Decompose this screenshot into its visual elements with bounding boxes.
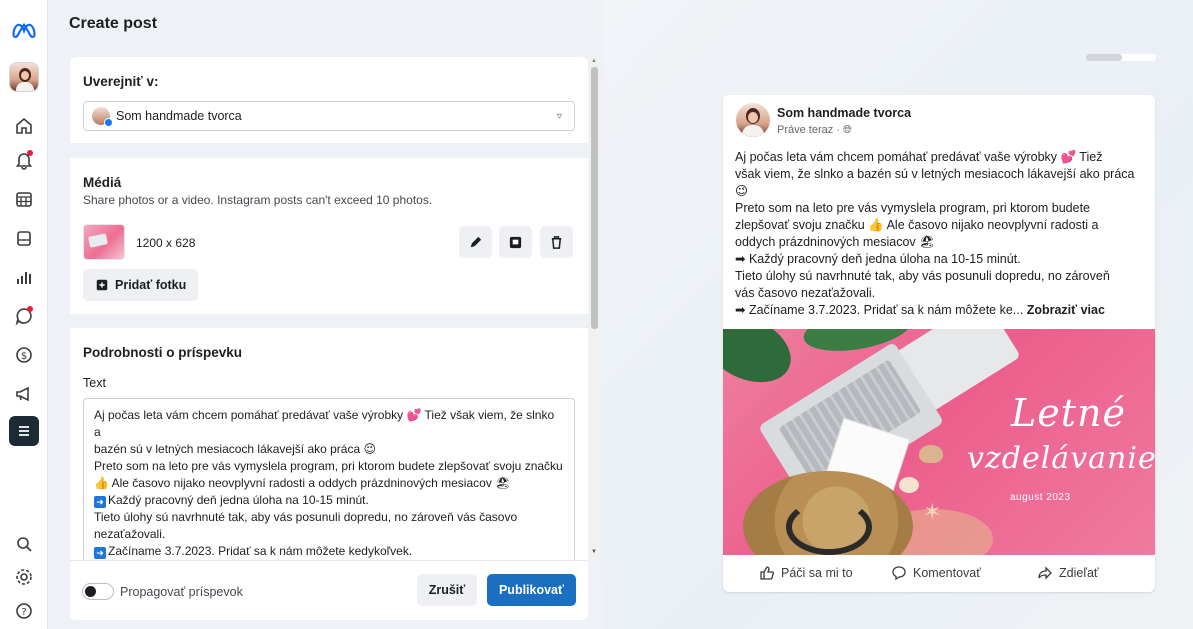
facebook-post-preview: Som handmade tvorca Práve teraz · 🌐︎ Aj …: [723, 95, 1155, 592]
arrow-right-icon: ➜: [94, 547, 106, 559]
image-subline: august 2023: [1010, 492, 1071, 503]
page-title: Create post: [69, 15, 158, 32]
post-text-line-wrap: ➜ Každý pracovný deň jedna úloha na 10-15…: [94, 492, 564, 509]
post-text-line-wrap: ➜ Začíname 3.7.2023. Pridať sa k nám môže…: [94, 543, 564, 560]
edit-media-button[interactable]: [459, 226, 492, 258]
post-text-line: Začíname 3.7.2023. Pridať sa k nám môžet…: [108, 544, 413, 558]
delete-media-button[interactable]: [540, 226, 573, 258]
settings-icon[interactable]: [10, 563, 38, 591]
publish-to-section: Uverejniť v: Som handmade tvorca ▿: [70, 57, 588, 143]
post-text-line: 👍 Ale časovo nijako neovplyvní radosti a…: [94, 476, 511, 490]
like-label: Páči sa mi to: [781, 566, 853, 580]
publish-to-label: Uverejniť v:: [83, 74, 159, 89]
content-icon[interactable]: [10, 224, 38, 252]
form-scrollbar-thumb[interactable]: [591, 67, 598, 329]
post-details-section: Podrobnosti o príspevku Text Aj počas le…: [70, 328, 588, 560]
notifications-icon[interactable]: [10, 146, 38, 174]
search-icon[interactable]: [10, 530, 38, 558]
scroll-up-icon[interactable]: ▲: [591, 58, 597, 64]
add-photo-button[interactable]: Pridať fotku: [83, 269, 199, 301]
preview-text-line: zlepšovať svoju značku 👍 Ale časovo nija…: [735, 218, 1099, 232]
media-section: Médiá Share photos or a video. Instagram…: [70, 158, 588, 314]
ads-icon[interactable]: [10, 380, 38, 408]
thumbs-up-icon: [760, 566, 775, 580]
notification-dot: [27, 306, 33, 312]
preview-text-line: Aj počas leta vám chcem pomáhať predávať…: [735, 150, 1103, 164]
crop-media-button[interactable]: [499, 226, 532, 258]
post-page-name: Som handmade tvorca: [777, 106, 912, 120]
preview-text-line: Preto som na leto pre vás vymyslela prog…: [735, 201, 1091, 215]
planner-icon[interactable]: [10, 185, 38, 213]
see-more-link[interactable]: Zobraziť viac: [1027, 303, 1105, 317]
notification-dot: [27, 150, 33, 156]
like-button[interactable]: Páči sa mi to: [759, 565, 853, 581]
arrow-right-icon: ➜: [94, 496, 106, 508]
media-title: Médiá: [83, 175, 122, 190]
preview-text-line: 😉: [735, 184, 749, 198]
comment-button[interactable]: Komentovať: [891, 565, 981, 581]
preview-text-line: ➡ Začíname 3.7.2023. Pridať sa k nám môž…: [735, 303, 1024, 317]
boost-post-label: Propagovať príspevok: [120, 585, 243, 599]
form-footer: Propagovať príspevok Zrušiť Publikovať: [70, 560, 588, 620]
post-text-line: Aj počas leta vám chcem pomáhať predávať…: [94, 408, 555, 439]
text-label: Text: [83, 376, 106, 390]
share-icon: [1038, 566, 1052, 580]
share-button[interactable]: Zdieľať: [1037, 565, 1099, 581]
post-text-line: Preto som na leto pre vás vymyslela prog…: [94, 459, 563, 473]
publish-to-selected: Som handmade tvorca: [116, 109, 242, 123]
comment-icon: [892, 566, 906, 581]
post-timestamp: Práve teraz · 🌐︎: [777, 124, 852, 137]
preview-text-last-line: ➡ Začíname 3.7.2023. Pridať sa k nám môž…: [735, 302, 1145, 319]
post-avatar: [736, 103, 770, 137]
account-avatar[interactable]: [9, 62, 39, 92]
publish-button[interactable]: Publikovať: [487, 574, 576, 606]
chevron-down-icon: ▿: [556, 111, 562, 122]
left-nav-rail: $ ?: [0, 0, 48, 629]
preview-text-line: však viem, že slnko a bazén sú v letných…: [735, 167, 1135, 181]
preview-text-line: vás časovo nezaťažovali.: [735, 286, 876, 300]
media-dimensions: 1200 x 628: [136, 236, 196, 250]
add-photo-icon: [96, 279, 108, 291]
pencil-icon: [470, 236, 482, 247]
meta-logo-icon[interactable]: [8, 16, 40, 44]
image-headline-line2: vzdelávanie: [967, 441, 1155, 476]
media-helper-text: Share photos or a video. Instagram posts…: [83, 193, 433, 207]
cancel-button[interactable]: Zrušiť: [417, 574, 477, 606]
trash-icon: [551, 235, 562, 249]
post-image[interactable]: ✶ Letné vzdelávanie august 2023: [723, 329, 1155, 555]
image-edit-icon: [509, 236, 522, 248]
post-timestamp-text: Práve teraz ·: [777, 124, 844, 136]
post-text-line: nezaťažovali.: [94, 527, 166, 541]
post-preview-text: Aj počas leta vám chcem pomáhať predávať…: [735, 149, 1145, 319]
post-actions-bar: Páči sa mi to Komentovať Zdieľať: [723, 555, 1155, 592]
preview-text-line: oddych prázdninových mesiacov 🏖: [735, 235, 935, 249]
menu-icon[interactable]: [9, 416, 39, 446]
post-text-line: Každý pracovný deň jedna úloha na 10-15 …: [108, 493, 369, 507]
help-icon[interactable]: ?: [10, 597, 38, 625]
post-text-input[interactable]: Aj počas leta vám chcem pomáhať predávať…: [83, 398, 575, 560]
post-text-line: bazén sú v letných mesiacoch lákavejší a…: [94, 442, 376, 456]
svg-text:?: ?: [21, 607, 26, 618]
preview-text-line: Tieto úlohy sú navrhnuté tak, aby vás po…: [735, 269, 1110, 283]
insights-icon[interactable]: [10, 263, 38, 291]
post-details-title: Podrobnosti o príspevku: [83, 345, 243, 360]
facebook-badge-icon: [104, 118, 113, 127]
page-avatar: [92, 107, 113, 127]
preview-text-line: ➡ Každý pracovný deň jedna úloha na 10-1…: [735, 252, 1021, 266]
home-icon[interactable]: [10, 112, 38, 140]
boost-post-toggle[interactable]: [82, 583, 114, 600]
svg-text:$: $: [21, 351, 27, 362]
add-photo-label: Pridať fotku: [115, 278, 187, 292]
publish-to-dropdown[interactable]: Som handmade tvorca ▿: [83, 101, 575, 131]
globe-icon: 🌐︎: [843, 124, 852, 136]
scroll-down-icon[interactable]: ▼: [591, 549, 597, 555]
preview-pager[interactable]: [1086, 54, 1156, 61]
media-thumbnail[interactable]: [83, 224, 125, 260]
comment-label: Komentovať: [913, 566, 981, 580]
image-headline-line1: Letné: [1011, 391, 1126, 435]
share-label: Zdieľať: [1059, 566, 1099, 580]
inbox-icon[interactable]: [10, 302, 38, 330]
monetization-icon[interactable]: $: [10, 341, 38, 369]
post-text-line: Tieto úlohy sú navrhnuté tak, aby vás po…: [94, 510, 518, 524]
